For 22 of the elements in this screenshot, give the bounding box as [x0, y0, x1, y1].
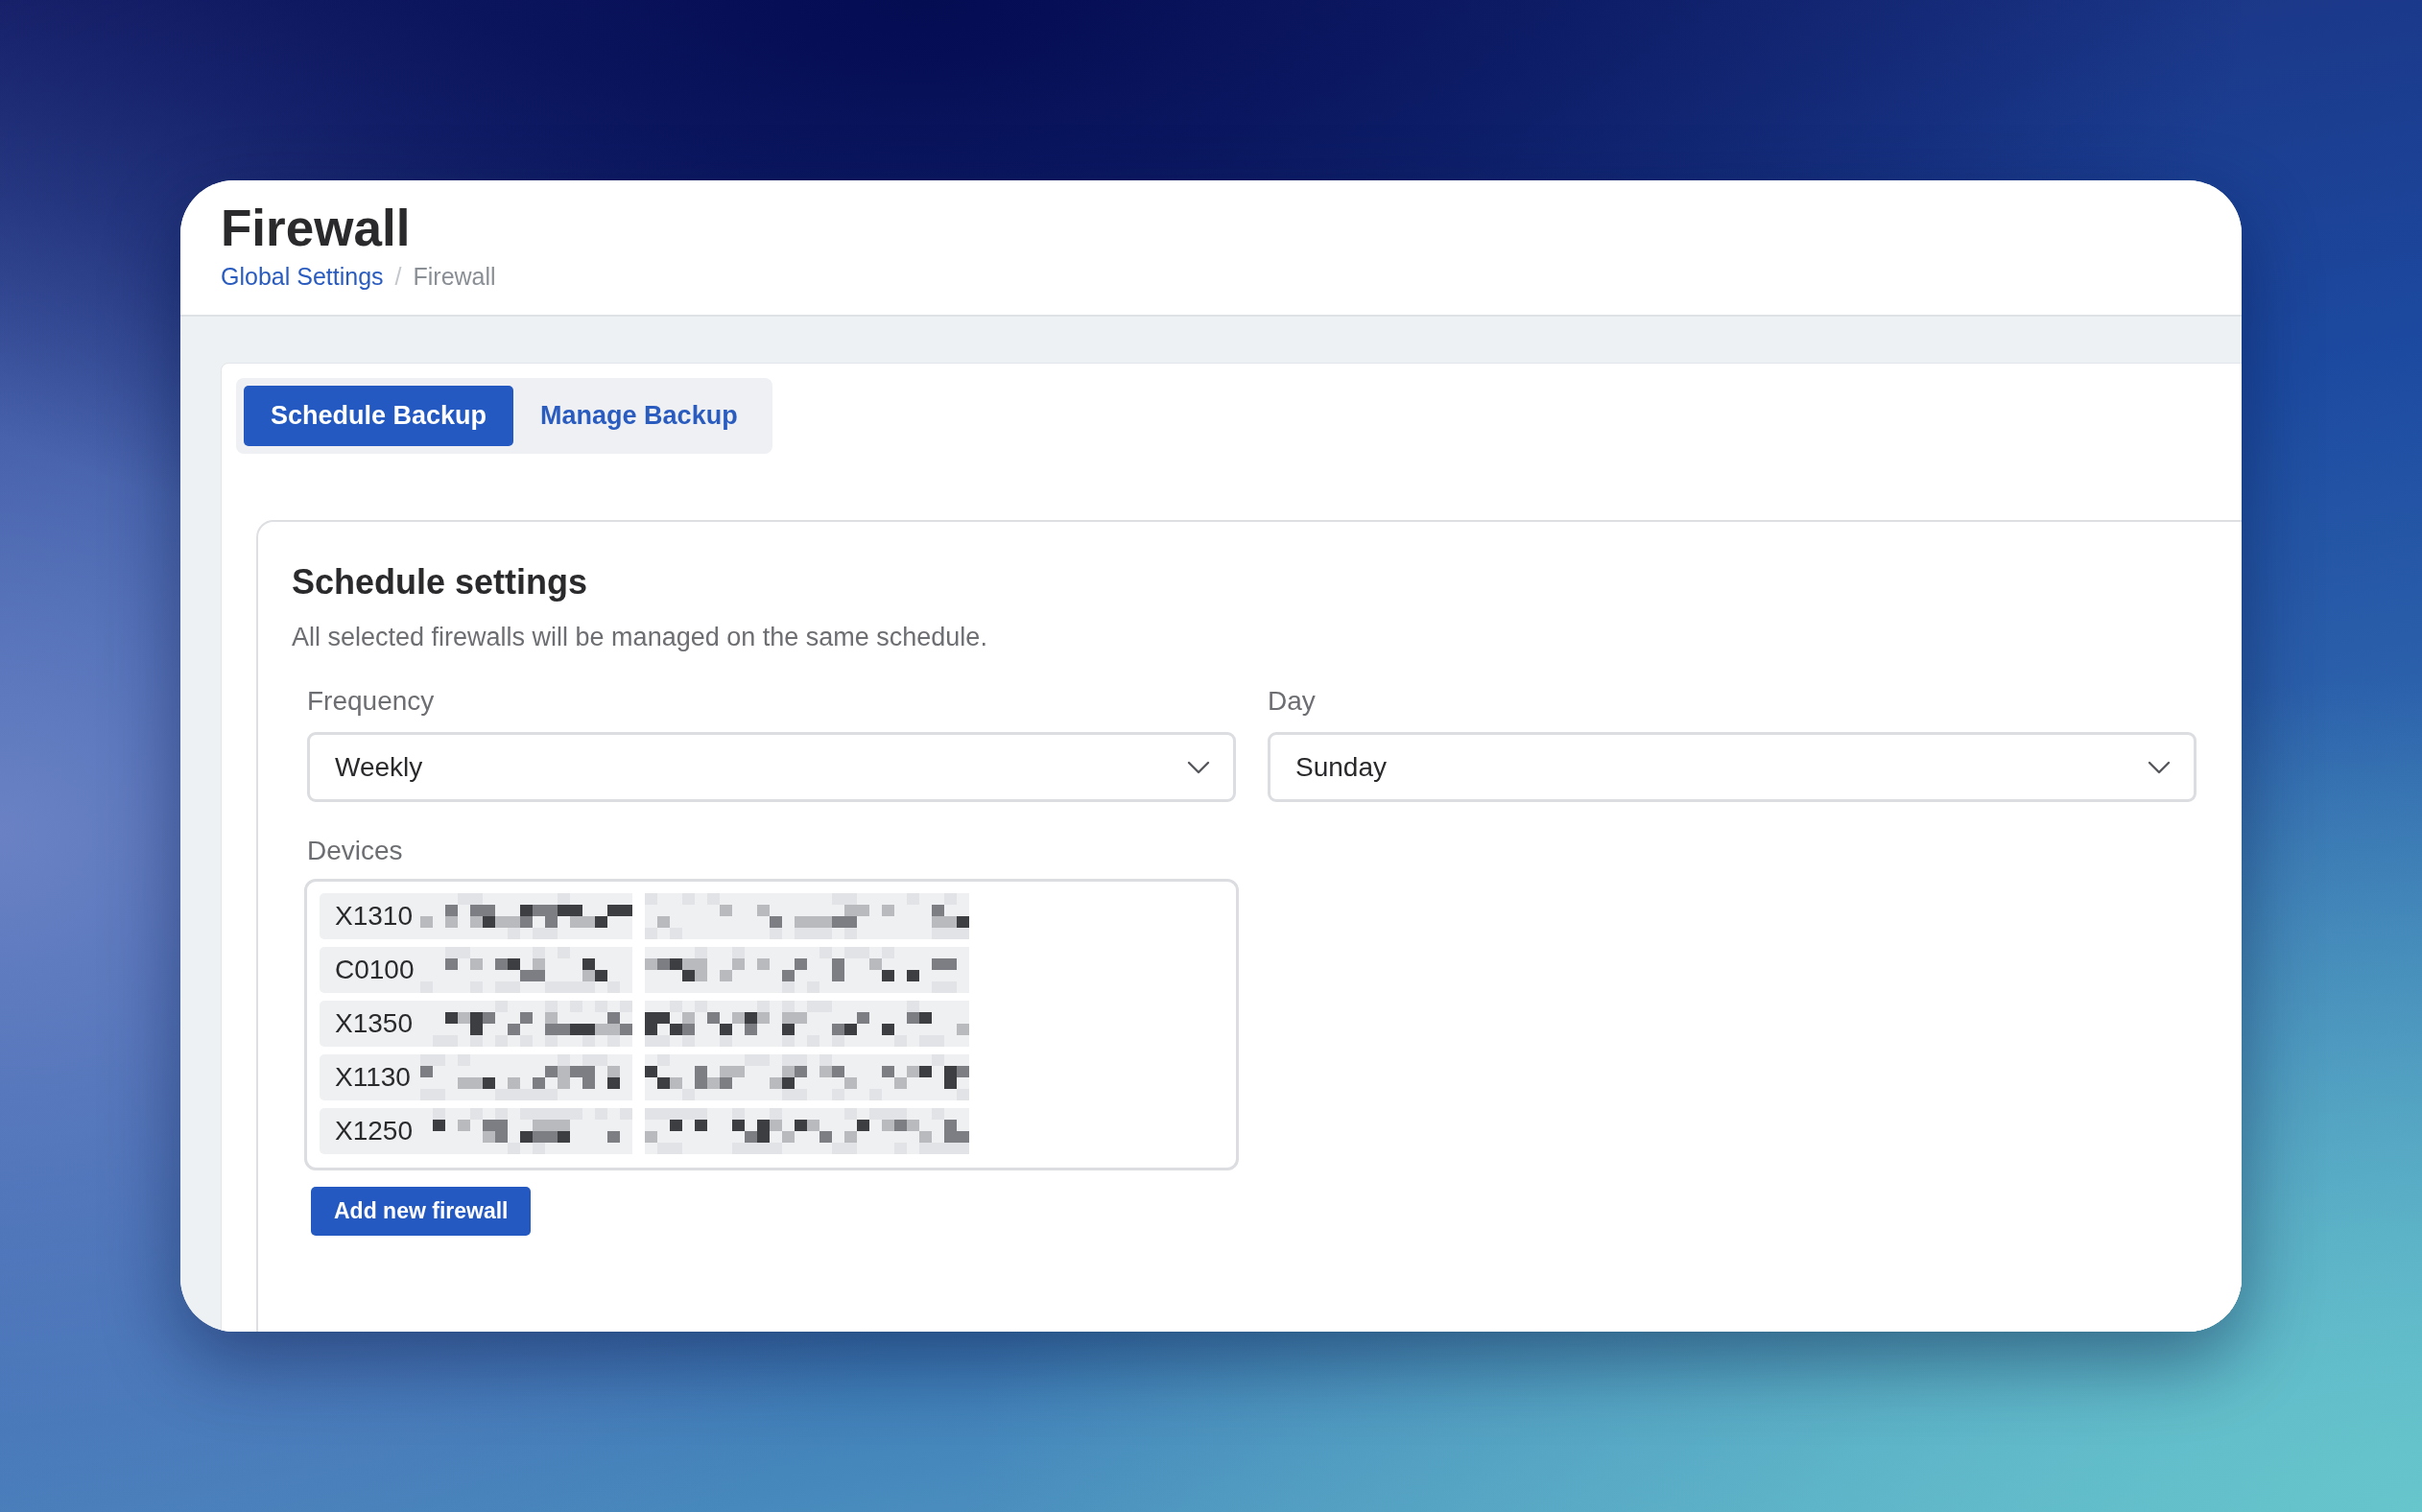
section-description: All selected firewalls will be managed on the same schedule. — [292, 622, 987, 653]
tab[interactable]: Manage Backup — [513, 386, 765, 446]
chevron-down-icon — [1187, 760, 1210, 774]
section-title: Schedule settings — [292, 561, 588, 602]
dropdown[interactable]: Sunday — [1268, 732, 2196, 802]
device-tag: X1310 — [320, 893, 420, 939]
device-tag: C0100 — [320, 947, 420, 993]
device-tag: X1130 — [320, 1054, 420, 1100]
device-tag: X1250 — [320, 1108, 420, 1154]
breadcrumb-current: Firewall — [413, 262, 496, 291]
field-label: Day — [1268, 685, 1316, 718]
devices-field[interactable]: X1310 C0100 X1350 X1130 X1250 — [304, 879, 1239, 1170]
dropdown[interactable]: Weekly — [307, 732, 1236, 802]
page-title: Firewall — [221, 201, 411, 255]
field-label: Frequency — [307, 685, 435, 718]
breadcrumb-separator: / — [394, 262, 402, 291]
tab[interactable]: Schedule Backup — [244, 386, 514, 446]
device-tag: X1350 — [320, 1001, 420, 1047]
add-firewall-button[interactable]: Add new firewall — [311, 1187, 532, 1236]
chevron-down-icon — [2148, 760, 2171, 774]
breadcrumb-link[interactable]: Global Settings — [221, 262, 384, 291]
field-label: Devices — [307, 835, 403, 867]
